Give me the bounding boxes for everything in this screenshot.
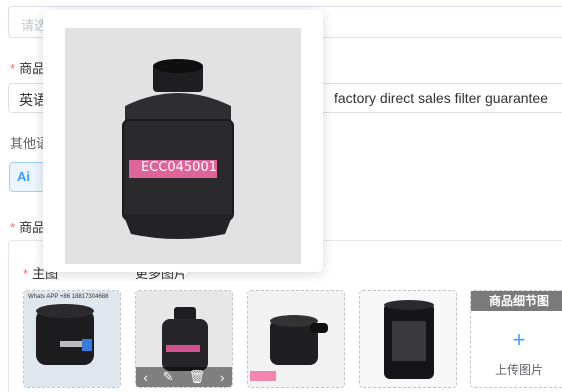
filter-photo-4 <box>360 291 456 387</box>
image-thumb-3[interactable] <box>247 290 345 388</box>
required-mark: * <box>23 266 29 281</box>
preview-tag-text: ECC045001 <box>141 160 217 175</box>
popover-arrow <box>178 268 192 275</box>
watermark-text: Whats APP +86 18817304688 <box>28 294 109 300</box>
product-title-value: factory direct sales filter guarantee <box>334 90 548 106</box>
product-images-label: * 商品 <box>10 217 45 236</box>
image-thumb-4[interactable] <box>359 290 457 388</box>
detail-image-header: 商品细节图 <box>471 291 562 311</box>
plus-icon: + <box>512 327 526 352</box>
filter-photo-3 <box>248 291 344 387</box>
upload-image-label: 上传图片 <box>494 363 543 377</box>
edit-icon[interactable]: ✎ <box>163 369 174 385</box>
image-thumb-2[interactable]: ‹ ✎ 🗑 › <box>135 290 233 388</box>
image-preview-popover: ECC045001 <box>43 10 323 272</box>
product-title-label-text: 商品 <box>19 61 46 76</box>
thumb-action-bar: ‹ ✎ 🗑 › <box>136 367 232 387</box>
ai-icon: Ai <box>17 169 30 184</box>
filter-photo-large <box>65 28 301 264</box>
image-thumb-1[interactable]: Whats APP +86 18817304688 <box>23 290 121 388</box>
required-mark: * <box>10 220 16 235</box>
detail-image-upload[interactable]: 商品细节图 + 上传图片 <box>470 290 562 388</box>
product-title-label: * 商品 <box>10 58 45 77</box>
product-images-label-text: 商品 <box>19 220 46 235</box>
move-right-icon[interactable]: › <box>220 370 224 385</box>
filter-photo-1 <box>24 291 120 387</box>
required-mark: * <box>10 61 16 76</box>
move-left-icon[interactable]: ‹ <box>143 370 147 385</box>
preview-image: ECC045001 <box>65 28 301 264</box>
delete-icon[interactable]: 🗑 <box>189 369 206 385</box>
